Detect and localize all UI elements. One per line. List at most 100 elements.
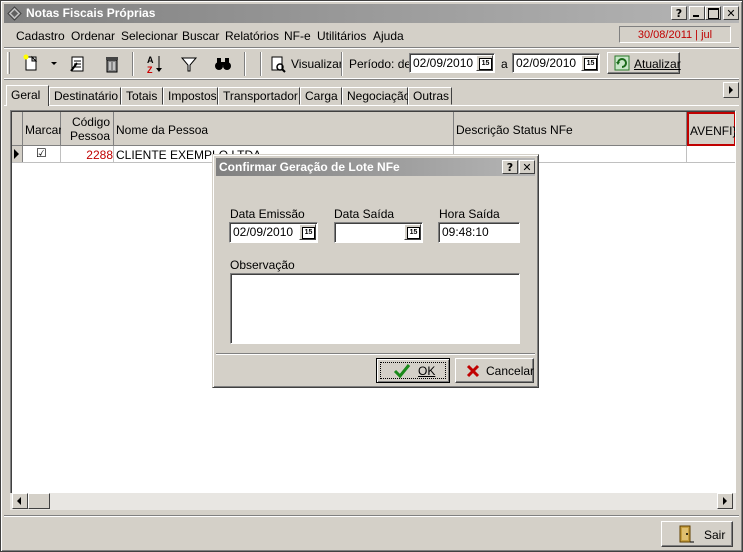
chevron-right-icon	[723, 497, 727, 505]
bottom-bar: Sair	[4, 515, 739, 549]
dialog-title-bar[interactable]: Confirmar Geração de Lote NFe ? ✕	[216, 158, 535, 176]
maximize-button[interactable]	[705, 6, 721, 20]
menu-selecionar[interactable]: Selecionar	[121, 29, 178, 43]
grid-line	[113, 146, 114, 162]
svg-text:Z: Z	[147, 65, 153, 75]
menu-cadastro[interactable]: Cadastro	[16, 29, 65, 43]
title-bar[interactable]: Notas Fiscais Próprias ? ✕	[4, 4, 739, 23]
data-saida-calendar-button[interactable]: 15	[404, 224, 421, 240]
data-emissao-calendar-button[interactable]: 15	[299, 224, 316, 240]
menu-ajuda[interactable]: Ajuda	[373, 29, 404, 43]
tab-scroll-right-button[interactable]	[723, 82, 739, 98]
exit-door-icon	[679, 525, 694, 543]
tab-destinatario[interactable]: Destinatário	[49, 87, 121, 105]
grid-line	[686, 146, 687, 162]
close-button[interactable]: ✕	[723, 6, 739, 20]
new-button[interactable]	[20, 53, 42, 75]
sair-button[interactable]: Sair	[661, 521, 733, 547]
tab-outras[interactable]: Outras	[408, 87, 452, 105]
calendar-icon: 15	[584, 58, 597, 70]
edit-button[interactable]	[67, 53, 89, 75]
tab-impostos[interactable]: Impostos	[163, 87, 218, 105]
app-icon	[7, 6, 22, 21]
minimize-button[interactable]	[689, 6, 705, 20]
toolbar-separator	[341, 52, 343, 76]
maximize-icon	[708, 8, 719, 19]
observacao-label: Observação	[230, 258, 295, 272]
help-button[interactable]: ?	[671, 6, 687, 20]
cancel-button[interactable]: Cancelar	[455, 358, 534, 383]
scroll-right-button[interactable]	[717, 493, 733, 509]
chevron-left-icon	[17, 497, 21, 505]
grid-header-marcar[interactable]: Marcar	[23, 112, 62, 146]
horizontal-scrollbar[interactable]	[10, 493, 736, 510]
check-icon	[393, 364, 411, 379]
scroll-left-button[interactable]	[12, 493, 28, 509]
ok-button[interactable]: OK	[376, 358, 450, 383]
periodo-to-field[interactable]: 02/09/2010 15	[512, 53, 600, 73]
data-saida-field[interactable]: 15	[334, 222, 423, 243]
dialog-close-button[interactable]: ✕	[519, 160, 535, 174]
menu-bar: Cadastro Ordenar Selecionar Buscar Relat…	[4, 25, 739, 45]
refresh-icon	[614, 55, 630, 71]
scroll-thumb[interactable]	[28, 493, 50, 509]
grid-header-codigo-line1: Código	[71, 115, 110, 129]
cancel-label: Cancelar	[486, 364, 535, 378]
row-pointer-icon	[14, 149, 19, 159]
tab-carga[interactable]: Carga	[300, 87, 342, 105]
preview-icon	[271, 56, 286, 73]
data-emissao-label: Data Emissão	[230, 207, 305, 221]
sort-button[interactable]: AZ	[144, 53, 166, 75]
minimize-icon	[693, 15, 699, 17]
periodo-label: Período: de	[349, 57, 412, 71]
chevron-down-icon	[51, 62, 57, 65]
observacao-textarea[interactable]	[230, 273, 520, 344]
visualizar-button[interactable]: Visualizar	[269, 53, 343, 75]
delete-button[interactable]	[101, 53, 123, 75]
periodo-from-calendar-button[interactable]: 15	[476, 55, 493, 71]
menu-relatorios[interactable]: Relatórios	[225, 29, 279, 43]
grid-header-codigo[interactable]: Código Pessoa	[61, 112, 114, 146]
toolbar: AZ Visualizar Período: de 02/09/2010 15 …	[4, 47, 739, 79]
grid-header-avenfi[interactable]: AVENFI}	[687, 112, 735, 146]
grid-line	[60, 146, 61, 162]
row-marcar-checkbox[interactable]: ☑	[36, 146, 47, 160]
menu-utilitarios[interactable]: Utilitários	[317, 29, 366, 43]
periodo-to-value: 02/09/2010	[516, 56, 577, 70]
calendar-icon: 15	[302, 227, 315, 239]
sort-az-icon: AZ	[147, 55, 162, 75]
calendar-icon: 15	[407, 227, 420, 239]
hora-saida-value: 09:48:10	[442, 225, 489, 239]
toolbar-separator	[260, 52, 262, 76]
tab-negociacao[interactable]: Negociação	[342, 87, 410, 105]
periodo-a-label: a	[501, 57, 508, 71]
grid-indicator-header	[12, 112, 23, 146]
visualizar-label: Visualizar	[291, 57, 343, 71]
atualizar-button[interactable]: Atualizar	[607, 52, 681, 74]
menu-buscar[interactable]: Buscar	[182, 29, 219, 43]
hora-saida-field[interactable]: 09:48:10	[438, 222, 520, 243]
grid-header-codigo-line2: Pessoa	[69, 129, 110, 143]
tab-geral[interactable]: Geral	[6, 85, 49, 106]
toolbar-separator	[132, 52, 134, 76]
grid-header-status[interactable]: Descrição Status NFe	[454, 112, 687, 146]
menu-ordenar[interactable]: Ordenar	[71, 29, 115, 43]
grid-header-nome[interactable]: Nome da Pessoa	[114, 112, 454, 146]
data-saida-label: Data Saída	[334, 207, 395, 221]
grid-header-nome-label: Nome da Pessoa	[116, 123, 209, 137]
tab-transportador[interactable]: Transportador	[218, 87, 300, 105]
confirm-dialog: Confirmar Geração de Lote NFe ? ✕ Data E…	[212, 154, 539, 388]
menu-nfe[interactable]: NF-e	[284, 29, 311, 43]
periodo-from-field[interactable]: 02/09/2010 15	[409, 53, 495, 73]
dialog-help-button[interactable]: ?	[502, 160, 518, 174]
svg-text:A: A	[147, 55, 154, 65]
filter-button[interactable]	[178, 53, 200, 75]
data-emissao-field[interactable]: 02/09/2010 15	[229, 222, 318, 243]
new-dropdown-button[interactable]	[48, 53, 60, 75]
periodo-to-calendar-button[interactable]: 15	[581, 55, 598, 71]
tab-totais[interactable]: Totais	[121, 87, 163, 105]
search-button[interactable]	[212, 53, 234, 75]
focus-rect	[380, 362, 446, 379]
binoculars-icon	[215, 58, 231, 70]
sair-label: Sair	[704, 528, 726, 542]
